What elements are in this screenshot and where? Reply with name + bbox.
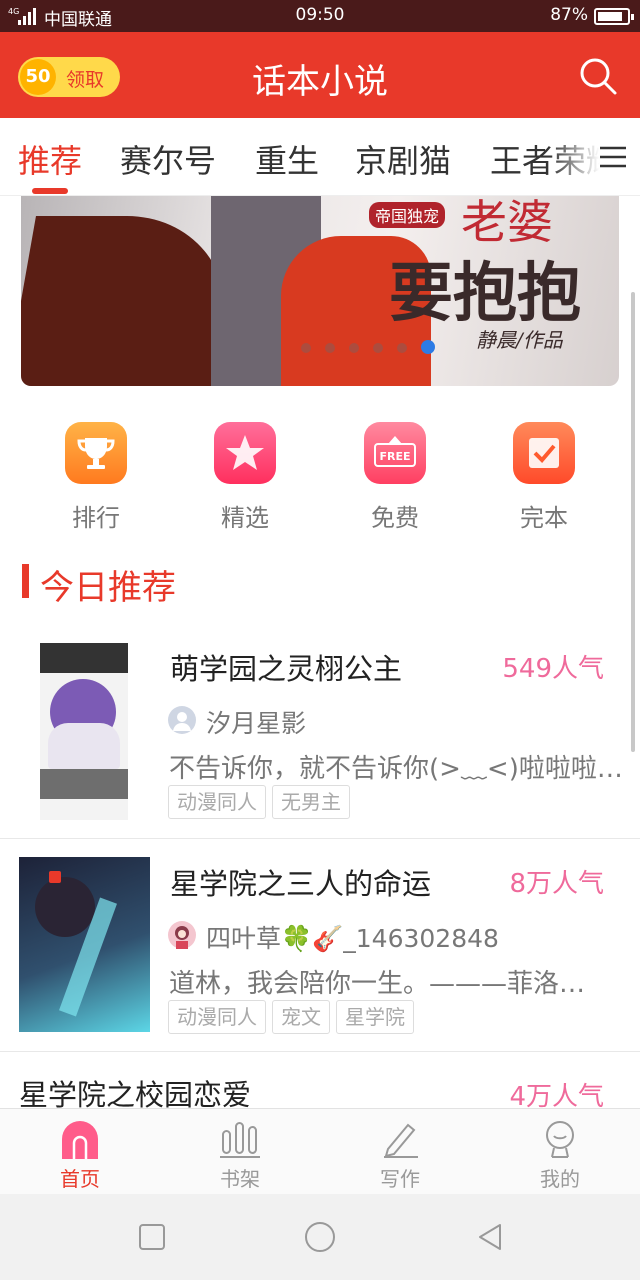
quick-ranking[interactable]: 排行: [46, 418, 146, 533]
nav-home-label: 首页: [60, 1167, 100, 1191]
carousel-dot[interactable]: [421, 340, 435, 354]
quick-featured-label: 精选: [221, 504, 269, 532]
nav-profile[interactable]: 我的: [510, 1119, 610, 1192]
battery-icon: [594, 8, 634, 25]
carousel-dot[interactable]: [349, 343, 359, 353]
section-title: 今日推荐: [40, 568, 176, 608]
tag[interactable]: 无男主: [272, 785, 350, 819]
bookshelf-icon: [220, 1119, 260, 1159]
svg-text:FREE: FREE: [379, 450, 410, 463]
nav-home[interactable]: 首页: [30, 1119, 130, 1192]
star-icon: [214, 422, 276, 484]
home-button-icon[interactable]: [304, 1221, 336, 1253]
book-description: 道林，我会陪你一生。———菲洛…: [169, 969, 586, 999]
battery-percent: 87%: [550, 5, 588, 25]
tab-seer[interactable]: 赛尔号: [120, 136, 216, 182]
pencil-icon: [380, 1119, 420, 1159]
book-title: 星学院之校园恋爱: [19, 1078, 252, 1108]
tag[interactable]: 星学院: [336, 1000, 414, 1034]
book-description: 不告诉你，就不告诉你(>﹏<)啦啦啦…: [169, 754, 621, 784]
book-item[interactable]: 萌学园之灵栩公主 549人气 汐月星影 不告诉你，就不告诉你(>﹏<)啦啦啦… …: [0, 624, 640, 838]
home-icon: [60, 1119, 100, 1159]
app-header: 50 领取 话本小说: [0, 32, 640, 118]
book-popularity: 8万人气: [509, 869, 604, 899]
category-tabs: 推荐 赛尔号 重生 京剧猫 王者荣耀: [0, 118, 640, 196]
trophy-icon: [65, 422, 127, 484]
quick-nav: 排行 精选 FREE 免费 完本: [0, 418, 640, 538]
tag-list: 动漫同人 宠文 星学院: [168, 1000, 420, 1034]
book-item[interactable]: 星学院之三人的命运 8万人气 四叶草🍀🎸_146302848 道林，我会陪你一生…: [0, 839, 640, 1051]
search-icon[interactable]: [578, 56, 618, 96]
nav-bookshelf-label: 书架: [220, 1167, 260, 1191]
quick-completed-label: 完本: [520, 504, 568, 532]
system-nav-bar: [0, 1194, 640, 1280]
checkbox-icon: [513, 422, 575, 484]
banner-title-line2: 要抱抱: [389, 256, 581, 331]
book-popularity: 4万人气: [509, 1082, 604, 1108]
book-cover: [40, 643, 128, 820]
bottom-nav: 首页 书架 写作 我的: [0, 1108, 640, 1194]
tag[interactable]: 动漫同人: [168, 785, 266, 819]
active-tab-indicator: [32, 188, 68, 194]
quick-featured[interactable]: 精选: [195, 418, 295, 533]
book-title: 星学院之三人的命运: [170, 867, 432, 901]
nav-write-label: 写作: [380, 1167, 420, 1191]
tag[interactable]: 宠文: [272, 1000, 330, 1034]
recent-apps-icon[interactable]: [136, 1221, 168, 1253]
carousel-dot[interactable]: [373, 343, 383, 353]
nav-bookshelf[interactable]: 书架: [190, 1119, 290, 1192]
avatar: [168, 921, 196, 949]
book-cover: [19, 857, 150, 1032]
tab-recommend[interactable]: 推荐: [18, 136, 82, 182]
carousel-dot[interactable]: [397, 343, 407, 353]
tag-list: 动漫同人 无男主: [168, 785, 356, 819]
tag[interactable]: 动漫同人: [168, 1000, 266, 1034]
back-icon[interactable]: [474, 1221, 506, 1253]
quick-free-label: 免费: [371, 504, 419, 532]
quick-completed[interactable]: 完本: [494, 418, 594, 533]
banner-tag: 帝国独宠: [369, 202, 446, 228]
scrollbar[interactable]: [631, 292, 635, 752]
book-title: 萌学园之灵栩公主: [170, 652, 403, 686]
tab-opera-cat[interactable]: 京剧猫: [355, 136, 451, 182]
tab-rebirth[interactable]: 重生: [255, 136, 319, 182]
menu-icon[interactable]: [598, 142, 628, 172]
nav-profile-label: 我的: [540, 1167, 580, 1191]
author-name: 汐月星影: [206, 709, 307, 738]
promo-banner[interactable]: 帝国独宠 老婆 要抱抱 静晨/作品: [21, 196, 619, 386]
clock: 09:50: [295, 5, 345, 25]
free-icon: FREE: [364, 422, 426, 484]
book-popularity: 549人气: [502, 654, 604, 684]
quick-ranking-label: 排行: [72, 504, 120, 532]
carousel-dot[interactable]: [301, 343, 311, 353]
avatar: [168, 706, 196, 734]
quick-free[interactable]: FREE 免费: [345, 418, 445, 533]
status-bar: 4G 中国联通 09:50 87%: [0, 0, 640, 32]
nav-write[interactable]: 写作: [350, 1119, 450, 1192]
carousel-dot[interactable]: [325, 343, 335, 353]
profile-icon: [540, 1119, 580, 1159]
banner-author: 静晨/作品: [476, 328, 563, 352]
section-marker: [22, 564, 29, 598]
app-title: 话本小说: [252, 62, 388, 102]
author-name: 四叶草🍀🎸_146302848: [206, 924, 499, 953]
book-item[interactable]: 星学院之校园恋爱 4万人气: [0, 1052, 640, 1108]
